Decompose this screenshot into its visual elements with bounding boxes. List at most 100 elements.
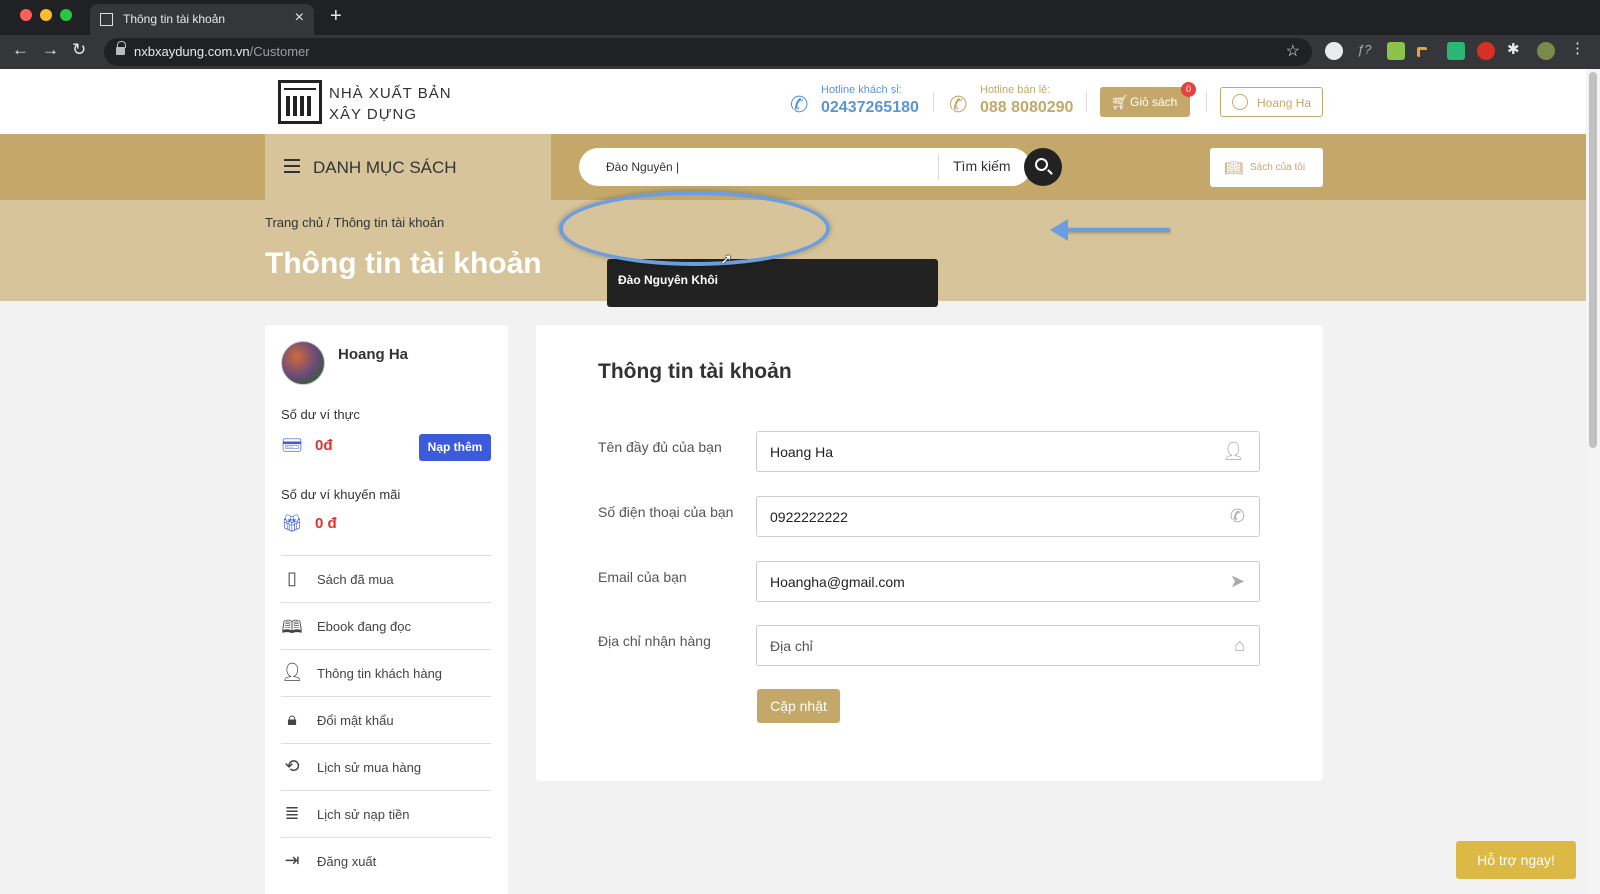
publisher-name[interactable]: NHÀ XUẤT BẢN XÂY DỰNG <box>329 83 452 125</box>
fullname-field[interactable]: Hoang Ha 👤︎ <box>756 431 1260 472</box>
browser-toolbar: ← → ↻ nxbxaydung.com.vn/Customer ☆ ƒ? ✱ … <box>0 35 1600 69</box>
avatar <box>281 341 325 385</box>
update-button[interactable]: Cập nhật <box>757 689 840 723</box>
lock-icon <box>116 41 126 56</box>
open-book-icon: 🕮︎ <box>281 617 303 637</box>
fullname-label: Tên đầy đủ của bạn <box>598 439 722 455</box>
email-field[interactable]: Hoangha@gmail.com ➤ <box>756 561 1260 602</box>
wallet-value: 0đ <box>315 437 333 454</box>
account-info-card: Thông tin tài khoản Tên đầy đủ của bạn H… <box>536 325 1323 781</box>
site-header: NHÀ XUẤT BẢN XÂY DỰNG ✆ Hotline khách sỉ… <box>0 69 1586 134</box>
cart-count-badge: 0 <box>1181 82 1196 97</box>
browser-tab[interactable]: Thông tin tài khoản × <box>90 4 314 35</box>
account-sidebar: Hoang Ha Số dư ví thực 💳︎ 0đ Nạp thêm Số… <box>265 325 508 894</box>
minimize-window-button[interactable] <box>40 9 52 21</box>
close-window-button[interactable] <box>20 9 32 21</box>
reload-icon[interactable]: ↻ <box>72 40 86 60</box>
maximize-window-button[interactable] <box>60 9 72 21</box>
hotline-wholesale-label: Hotline khách sỉ: <box>821 84 902 96</box>
sidebar-item-customer-info[interactable]: 👤︎ Thông tin khách hàng <box>281 649 491 696</box>
puzzle-extensions-icon[interactable]: ✱ <box>1507 40 1525 58</box>
category-menu-label: DANH MỤC SÁCH <box>313 158 457 177</box>
url-text: nxbxaydung.com.vn/Customer <box>134 44 310 59</box>
search-icon <box>1035 158 1048 171</box>
search-input[interactable]: Đào Nguyên | Tìm kiếm <box>579 148 1031 186</box>
back-arrow-icon[interactable]: ← <box>12 40 29 60</box>
publisher-logo-icon[interactable] <box>278 80 322 124</box>
ruler-extension-icon[interactable] <box>1417 47 1427 57</box>
add-user-icon: 👤︎ <box>1222 441 1245 461</box>
history-icon: ⟲ <box>284 756 300 776</box>
sidebar-menu: ▯ Sách đã mua 🕮︎ Ebook đang đọc 👤︎ Thông… <box>281 555 491 884</box>
book-icon: ▯ <box>287 568 297 588</box>
scrollbar-thumb[interactable] <box>1589 72 1597 448</box>
browser-menu-icon[interactable]: ⋮ <box>1570 39 1588 57</box>
sidebar-item-change-password[interactable]: 🔒︎ Đổi mật khẩu <box>281 696 491 743</box>
sidebar-user-name: Hoang Ha <box>338 346 409 363</box>
send-icon: ➤ <box>1229 571 1245 591</box>
email-label: Email của bạn <box>598 569 687 585</box>
my-books-button[interactable]: 📖︎ Sách của tôi <box>1210 148 1323 187</box>
annotation-ellipse <box>559 191 830 266</box>
pinterest-extension-icon[interactable] <box>1325 42 1343 60</box>
wallet-label: Số dư ví thực <box>281 407 360 422</box>
search-query: Đào Nguyên | <box>606 160 680 174</box>
sidebar-item-purchase-history[interactable]: ⟲ Lịch sử mua hàng <box>281 743 491 790</box>
lock-icon: 🔒︎ <box>287 709 297 729</box>
search-button[interactable] <box>1024 148 1062 186</box>
sidebar-item-logout[interactable]: ⇥ Đăng xuất <box>281 837 491 884</box>
tab-close-icon[interactable]: × <box>295 9 304 27</box>
m-extension-icon[interactable] <box>1447 42 1465 60</box>
form-title: Thông tin tài khoản <box>598 360 792 383</box>
phone-icon: ✆ <box>949 92 968 117</box>
phone-icon: ✆ <box>1229 506 1245 526</box>
coins-icon: ≣ <box>284 803 300 823</box>
open-book-icon: 📖︎ <box>1224 160 1244 177</box>
main-navbar: DANH MỤC SÁCH Đào Nguyên | Tìm kiếm 📖︎ S… <box>0 134 1586 200</box>
formula-extension-icon[interactable]: ƒ? <box>1357 42 1375 60</box>
cart-button[interactable]: 🛒︎ Giỏ sách <box>1100 87 1190 117</box>
divider <box>1206 92 1207 112</box>
promo-wallet-label: Số dư ví khuyến mãi <box>281 487 401 502</box>
user-circle-icon <box>1232 94 1248 110</box>
logout-icon: ⇥ <box>284 850 300 870</box>
search-scope-label[interactable]: Tìm kiếm <box>953 158 1011 174</box>
annotation-arrow <box>1050 219 1170 241</box>
hamburger-icon <box>284 159 300 173</box>
cart-icon: 🛒︎ <box>1111 94 1129 110</box>
phone-field[interactable]: 0922222222 ✆ <box>756 496 1260 537</box>
tab-title: Thông tin tài khoản <box>123 12 226 26</box>
home-icon: ⌂ <box>1234 635 1245 655</box>
divider <box>933 92 934 112</box>
hotline-wholesale-number[interactable]: 02437265180 <box>821 99 919 117</box>
wallet-icon: 💳︎ <box>281 436 303 455</box>
address-bar[interactable]: nxbxaydung.com.vn/Customer ☆ <box>104 38 1312 66</box>
account-button[interactable]: Hoang Ha <box>1220 87 1323 117</box>
promo-wallet-value: 0 đ <box>315 515 337 532</box>
profile-avatar[interactable] <box>1537 42 1555 60</box>
support-button[interactable]: Hỗ trợ ngay! <box>1456 841 1576 879</box>
browser-tab-strip: Thông tin tài khoản × + <box>0 0 1600 35</box>
phone-icon: ✆ <box>790 92 809 117</box>
bookmark-star-icon[interactable]: ☆ <box>1286 41 1300 61</box>
sidebar-item-topup-history[interactable]: ≣ Lịch sử nạp tiền <box>281 790 491 837</box>
layers-extension-icon[interactable] <box>1387 42 1405 60</box>
search-suggestion-item[interactable]: Đào Nguyên Khôi <box>618 273 718 287</box>
sidebar-item-purchased-books[interactable]: ▯ Sách đã mua <box>281 555 491 602</box>
page-scrollbar[interactable] <box>1586 69 1600 894</box>
hotline-retail-number[interactable]: 088 8080290 <box>980 99 1073 117</box>
mouse-cursor-icon: ➚ <box>720 251 733 268</box>
breadcrumb[interactable]: Trang chủ / Thông tin tài khoản <box>265 215 444 230</box>
divider <box>938 154 939 180</box>
page-viewport: NHÀ XUẤT BẢN XÂY DỰNG ✆ Hotline khách sỉ… <box>0 69 1586 894</box>
forward-arrow-icon[interactable]: → <box>42 40 59 60</box>
notification-extension-icon[interactable] <box>1477 42 1495 60</box>
sidebar-item-reading-ebooks[interactable]: 🕮︎ Ebook đang đọc <box>281 602 491 649</box>
new-tab-icon[interactable]: + <box>330 5 342 28</box>
topup-button[interactable]: Nạp thêm <box>419 434 491 461</box>
divider <box>1086 92 1087 112</box>
address-field[interactable]: Địa chỉ ⌂ <box>756 625 1260 666</box>
hotline-retail-label: Hotline bán lẻ: <box>980 84 1051 96</box>
category-menu-button[interactable]: DANH MỤC SÁCH <box>265 134 551 200</box>
page-title: Thông tin tài khoản <box>265 247 542 280</box>
